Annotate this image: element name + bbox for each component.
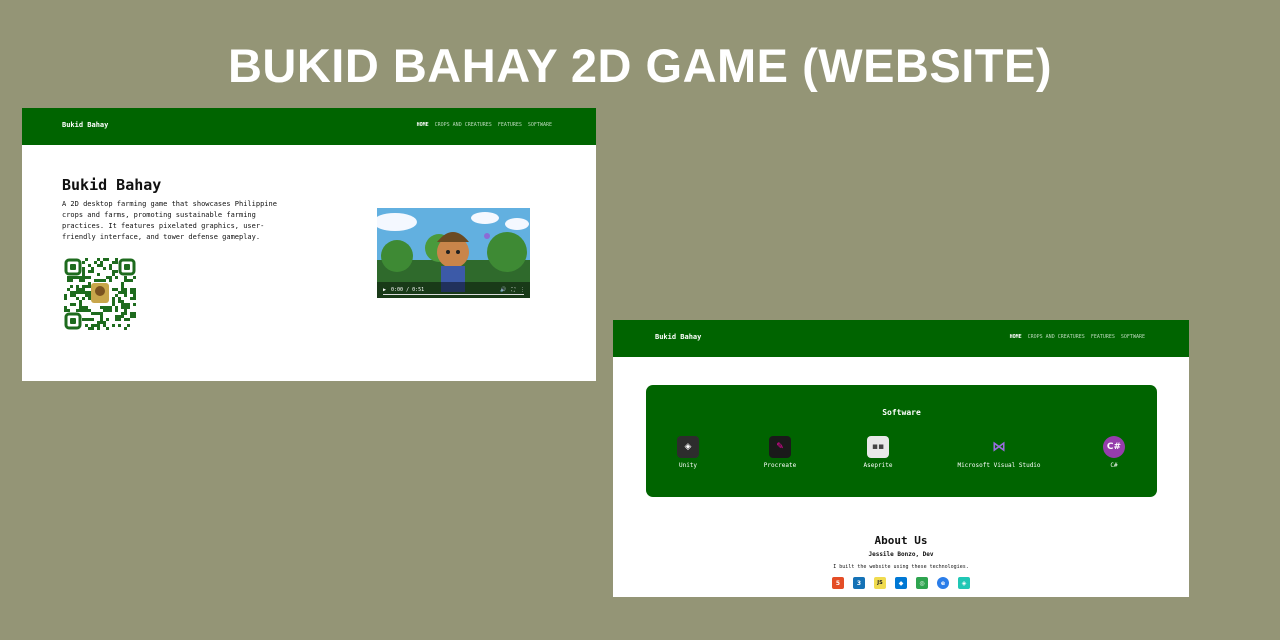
nav-home[interactable]: HOME [1010, 334, 1022, 340]
software-label: Unity [678, 462, 698, 469]
hero-description: A 2D desktop farming game that showcases… [62, 200, 277, 241]
nav-brand[interactable]: Bukid Bahay [62, 121, 108, 129]
fullscreen-icon[interactable]: ⛶ [511, 287, 515, 293]
game-trailer-video[interactable]: ▶ 0:00 / 0:51 🔊 ⛶ ⋮ [377, 208, 530, 298]
software-page-screenshot: Bukid Bahay HOME CROPS AND CREATURES FEA… [613, 320, 1189, 597]
procreate-icon: ✎ [769, 436, 791, 458]
banner-title: BUKID BAHAY 2D GAME (WEBSITE) [227, 39, 1052, 92]
software-label: C# [1110, 462, 1118, 469]
video-controls: ▶ 0:00 / 0:51 🔊 ⛶ ⋮ [377, 282, 530, 298]
nav-links: HOME CROPS AND CREATURES FEATURES SOFTWA… [417, 122, 552, 128]
unity-icon: ◈ [677, 436, 699, 458]
nav-features[interactable]: FEATURES [498, 122, 522, 128]
tech-icons-row: 5 3 JS ◆ ◎ e ◈ [613, 577, 1189, 589]
html5-icon: 5 [832, 577, 844, 589]
home-page-screenshot: Bukid Bahay HOME CROPS AND CREATURES FEA… [22, 108, 596, 381]
nav-brand[interactable]: Bukid Bahay [655, 333, 701, 341]
vscode-icon: ◆ [895, 577, 907, 589]
csharp-icon: C# [1103, 436, 1125, 458]
software-label: Procreate [763, 462, 797, 469]
about-note: I built the website using these technolo… [833, 564, 969, 570]
volume-icon[interactable]: 🔊 [500, 287, 506, 293]
nav-crops-and-creatures[interactable]: CROPS AND CREATURES [1028, 334, 1085, 340]
github-desktop-icon: ◎ [916, 577, 928, 589]
navbar: Bukid Bahay HOME CROPS AND CREATURES FEA… [613, 320, 1189, 357]
software-panel: Software ◈ Unity ✎ Procreate ▪▪ Aseprite… [646, 385, 1157, 497]
software-item-unity: ◈ Unity [638, 436, 738, 469]
more-options-icon[interactable]: ⋮ [520, 287, 530, 293]
aseprite-icon: ▪▪ [867, 436, 889, 458]
edge-icon: e [937, 577, 949, 589]
play-icon[interactable]: ▶ [383, 287, 386, 293]
nav-links: HOME CROPS AND CREATURES FEATURES SOFTWA… [1010, 334, 1145, 340]
css3-icon: 3 [853, 577, 865, 589]
software-label: Aseprite [863, 462, 893, 469]
visual-studio-icon: ⋈ [992, 439, 1006, 455]
software-title: Software [882, 408, 921, 417]
about-title: About Us [874, 534, 928, 547]
nav-features[interactable]: FEATURES [1091, 334, 1115, 340]
software-item-procreate: ✎ Procreate [730, 436, 830, 469]
qr-code [64, 258, 136, 330]
software-item-csharp: C# C# [1064, 436, 1164, 469]
hero-title: Bukid Bahay [62, 176, 162, 194]
software-item-visual-studio: ⋈ Microsoft Visual Studio [949, 436, 1049, 469]
navbar: Bukid Bahay HOME CROPS AND CREATURES FEA… [22, 108, 596, 145]
figma-icon: ◈ [958, 577, 970, 589]
nav-software[interactable]: SOFTWARE [1121, 334, 1145, 340]
nav-home[interactable]: HOME [417, 122, 429, 128]
software-item-aseprite: ▪▪ Aseprite [828, 436, 928, 469]
nav-software[interactable]: SOFTWARE [528, 122, 552, 128]
about-author: Jessile Bonzo, Dev [868, 551, 934, 558]
video-progress-bar[interactable] [383, 294, 524, 295]
nav-crops-and-creatures[interactable]: CROPS AND CREATURES [435, 122, 492, 128]
video-time: 0:00 / 0:51 [391, 287, 425, 293]
javascript-icon: JS [874, 577, 886, 589]
software-label: Microsoft Visual Studio [957, 462, 1041, 469]
